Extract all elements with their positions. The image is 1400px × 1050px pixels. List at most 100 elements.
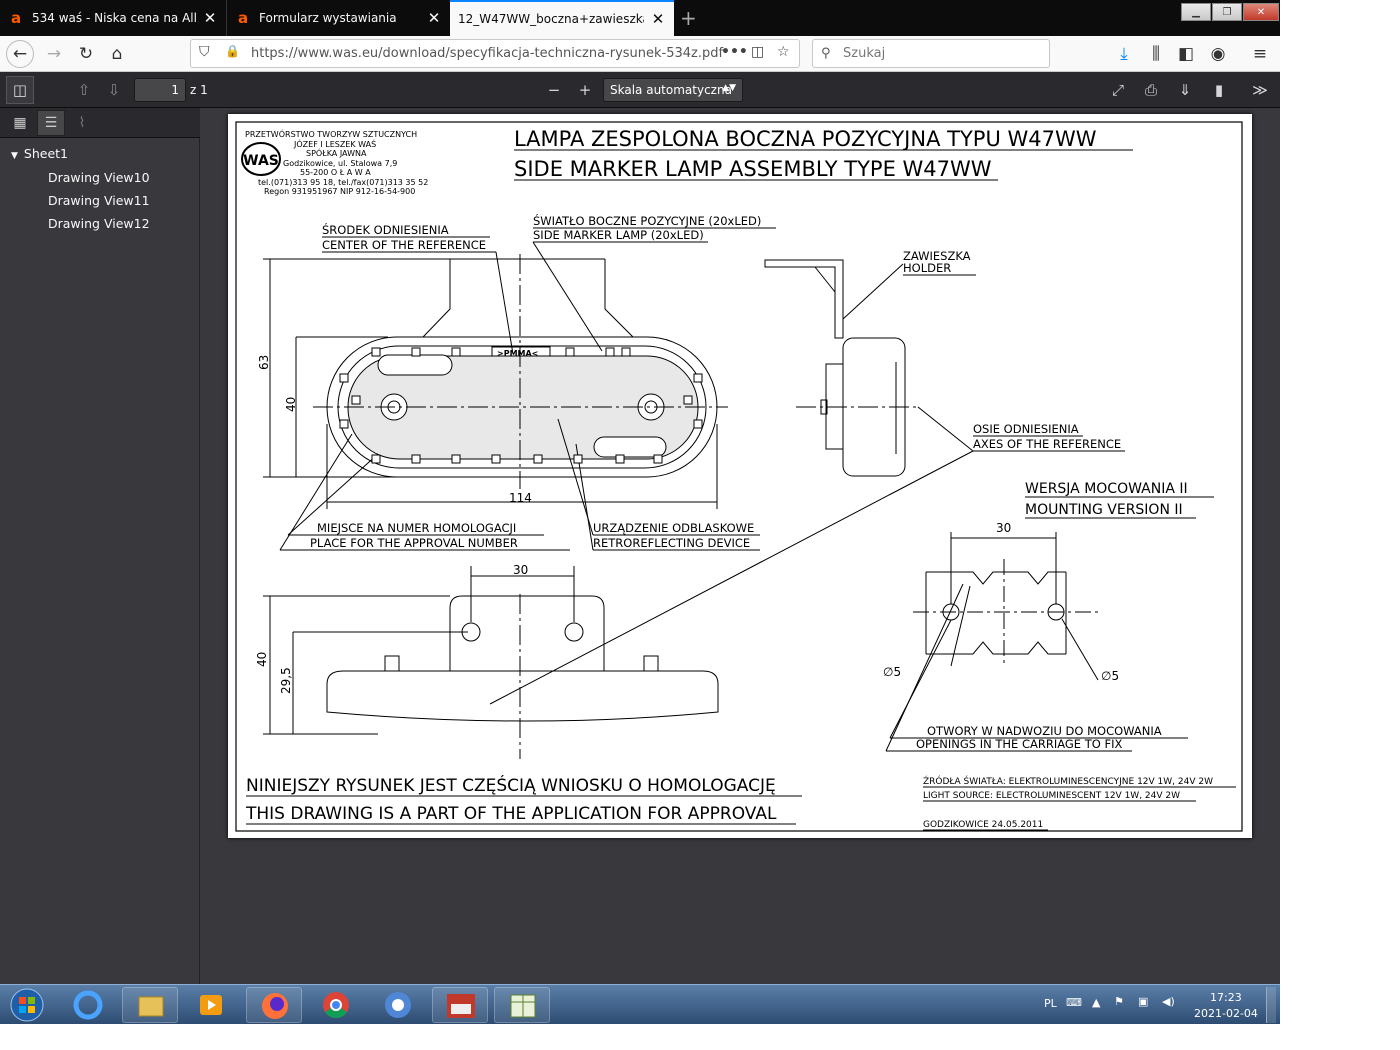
account-icon[interactable]: ◉	[1204, 40, 1232, 68]
zoom-in-icon[interactable]: +	[571, 76, 599, 104]
dim-phi5-left: ∅5	[883, 665, 901, 679]
svg-text:OSIE ODNIESIENIA: OSIE ODNIESIENIA	[973, 422, 1079, 436]
tools-icon[interactable]: ≫	[1246, 76, 1274, 104]
spreadsheet-app-icon[interactable]	[494, 987, 550, 1023]
dim-114: 114	[509, 491, 532, 505]
download-icon[interactable]: ⇓	[1171, 76, 1199, 104]
svg-text:PRZETWÓRSTWO TWORZYW SZTUCZNYC: PRZETWÓRSTWO TWORZYW SZTUCZNYCH	[245, 128, 417, 139]
tab-formularz[interactable]: a Formularz wystawiania ✕	[226, 0, 450, 36]
action-center-icon[interactable]: ⚑	[1114, 995, 1124, 1008]
back-icon[interactable]: ←	[6, 40, 34, 68]
print-icon[interactable]: ⎙	[1137, 76, 1165, 104]
show-hidden-icons-icon[interactable]: ▲	[1092, 996, 1100, 1009]
sam-app-icon[interactable]	[432, 987, 488, 1023]
search-field[interactable]: ⚲ Szukaj	[812, 39, 1050, 68]
clock-time[interactable]: 17:23	[1210, 991, 1242, 1004]
next-page-icon[interactable]: ⇩	[100, 76, 128, 104]
file-explorer-icon[interactable]	[122, 987, 178, 1023]
forward-icon[interactable]: →	[40, 40, 68, 68]
svg-text:URZĄDZENIE ODBLASKOWE: URZĄDZENIE ODBLASKOWE	[593, 521, 754, 535]
downloads-icon[interactable]: ⤓	[1110, 40, 1138, 68]
lock-icon[interactable]: 🔒	[225, 44, 240, 58]
dim-40-bottom: 40	[255, 652, 269, 667]
dim-40: 40	[284, 397, 298, 412]
svg-text:ŚWIATŁO BOCZNE POZYCYJNE (20xL: ŚWIATŁO BOCZNE POZYCYJNE (20xLED)	[533, 213, 761, 228]
attachments-icon[interactable]: ⌇	[68, 110, 96, 136]
media-player-icon[interactable]	[184, 987, 240, 1023]
show-desktop-button[interactable]	[1266, 987, 1276, 1023]
windows-logo-icon	[10, 988, 44, 1022]
pdf-page: WAS PRZETWÓRSTWO TWORZYW SZTUCZNYCH JÓZE…	[228, 114, 1252, 838]
bookmark-icon[interactable]: ▮	[1205, 76, 1233, 104]
clock-date[interactable]: 2021-02-04	[1194, 1007, 1258, 1020]
network-icon[interactable]: ▣	[1138, 995, 1148, 1008]
navigation-bar: ← → ↻ ⌂ ⛉ 🔒 https://www.was.eu/download/…	[0, 36, 1280, 72]
svg-text:55-200 O Ł A W A: 55-200 O Ł A W A	[300, 168, 371, 177]
reload-icon[interactable]: ↻	[72, 40, 100, 68]
svg-text:SPÓŁKA JAWNA: SPÓŁKA JAWNA	[306, 147, 367, 158]
outline-root[interactable]: ▼ Sheet1	[11, 146, 68, 161]
led-mark	[411, 347, 421, 357]
page-total: z 1	[190, 83, 208, 97]
new-tab-icon[interactable]: +	[680, 6, 697, 30]
language-indicator[interactable]: PL	[1044, 997, 1057, 1010]
thumbnails-icon[interactable]: ▦	[6, 110, 34, 136]
url-bar[interactable]: ⛉ 🔒 https://www.was.eu/download/specyfik…	[190, 39, 800, 68]
presentation-mode-icon[interactable]: ⤢	[1104, 76, 1132, 104]
page-actions-icon[interactable]: •••	[721, 44, 748, 60]
drawing-date: GODZIKOWICE 24.05.2011	[923, 820, 1043, 830]
restore-button[interactable]: ❐	[1212, 3, 1242, 21]
internet-explorer-icon[interactable]	[60, 987, 116, 1023]
title-pl: LAMPA ZESPOLONA BOCZNA POZYCYJNA TYPU W4…	[514, 127, 1097, 151]
led-mark	[693, 419, 703, 429]
led-mark	[491, 454, 501, 464]
led-mark	[371, 454, 381, 464]
zoom-out-icon[interactable]: −	[540, 76, 568, 104]
outline-item[interactable]: Drawing View10	[48, 170, 150, 185]
dim-phi5-right: ∅5	[1101, 669, 1119, 683]
outline-item[interactable]: Drawing View12	[48, 216, 150, 231]
tab-allegro-search[interactable]: a 534 waś - Niska cena na Allegro ✕	[0, 0, 226, 36]
sidebar-toggle-icon[interactable]: ◧	[1172, 40, 1200, 68]
close-window-button[interactable]: ✕	[1243, 3, 1279, 21]
front-view	[263, 241, 728, 551]
menu-icon[interactable]: ≡	[1246, 40, 1274, 68]
pdf-toolbar: ◫ ⇧ ⇩ 1 z 1 − + Skala automatyczna ▲▼ ⤢ ⎙…	[0, 72, 1280, 108]
start-button[interactable]	[2, 985, 52, 1024]
outline-icon[interactable]: ☰	[37, 110, 65, 136]
bottom-view	[263, 450, 974, 759]
led-mark	[615, 454, 625, 464]
close-tab-icon[interactable]: ✕	[650, 10, 666, 28]
tree-toggle-icon[interactable]: ▼	[11, 151, 18, 161]
minimize-button[interactable]: ▁	[1181, 3, 1211, 21]
toggle-sidebar-icon[interactable]: ◫	[6, 76, 34, 104]
dim-30-bottom: 30	[513, 563, 528, 577]
library-icon[interactable]: ⫼	[1142, 40, 1170, 68]
svg-text:MIEJSCE NA NUMER HOMOLOGACJI: MIEJSCE NA NUMER HOMOLOGACJI	[317, 521, 516, 535]
outline-item[interactable]: Drawing View11	[48, 193, 150, 208]
svg-text:HOLDER: HOLDER	[903, 261, 951, 275]
side-view	[764, 259, 974, 477]
led-mark	[653, 454, 663, 464]
zoom-select[interactable]: Skala automatyczna ▲▼	[603, 78, 743, 102]
led-mark	[451, 454, 461, 464]
close-tab-icon[interactable]: ✕	[202, 9, 218, 27]
svg-text:WAS: WAS	[243, 153, 279, 169]
led-mark	[565, 347, 575, 357]
pdf-sidebar: ▦ ☰ ⌇ ▼ Sheet1 Drawing View10 Drawing Vie…	[0, 108, 200, 984]
bookmark-star-icon[interactable]: ☆	[777, 44, 790, 60]
chrome-icon[interactable]	[308, 987, 364, 1023]
page-number-input[interactable]: 1	[134, 78, 186, 102]
pocket-icon[interactable]: ◫	[751, 44, 764, 60]
chrome-alt-icon[interactable]	[370, 987, 426, 1023]
close-tab-icon[interactable]: ✕	[426, 9, 442, 27]
volume-icon[interactable]: ◀)	[1162, 995, 1175, 1008]
previous-page-icon[interactable]: ⇧	[70, 76, 98, 104]
home-icon[interactable]: ⌂	[103, 40, 131, 68]
shield-icon[interactable]: ⛉	[199, 44, 210, 60]
led-mark	[351, 395, 361, 405]
tab-pdf[interactable]: 12_W47WW_boczna+zawieszka_rysunek.pdf ✕	[450, 0, 674, 36]
keyboard-icon[interactable]: ⌨	[1066, 996, 1082, 1009]
firefox-icon[interactable]	[246, 987, 302, 1023]
screen: a 534 waś - Niska cena na Allegro ✕ a Fo…	[0, 0, 1280, 1024]
